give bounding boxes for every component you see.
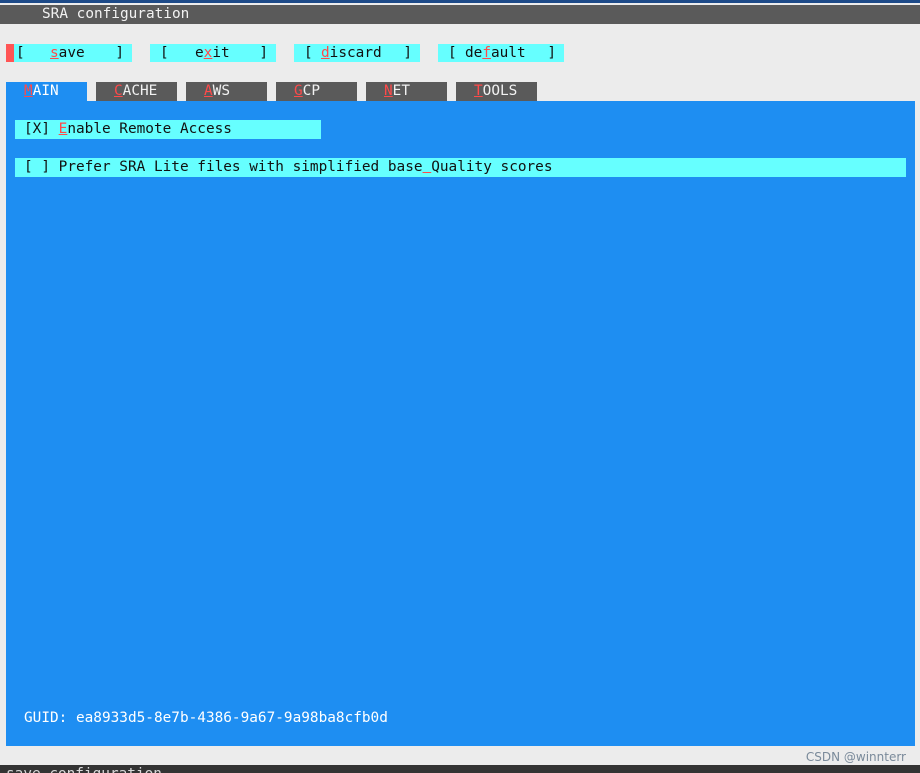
hotkey-letter <box>423 159 432 175</box>
save-button-open-bracket: [ <box>16 45 25 61</box>
hotkey-letter: N <box>384 83 393 99</box>
status-bar: save configuration <box>0 765 920 773</box>
exit-button-close-bracket: ] <box>259 45 268 61</box>
save-button-close-bracket: ] <box>115 45 124 61</box>
hotkey-letter: f <box>482 45 491 61</box>
hotkey-letter: M <box>24 83 33 99</box>
tab-main[interactable]: MAIN <box>6 82 87 101</box>
default-button-label: default <box>465 45 526 61</box>
tab-aws[interactable]: AWS <box>186 82 267 101</box>
tab-tools[interactable]: TOOLS <box>456 82 537 101</box>
tab-aws-label: AWS <box>204 83 230 99</box>
exit-button-label: exit <box>195 45 230 61</box>
main-panel: [X] Enable Remote Access [ ] Prefer SRA … <box>6 101 915 746</box>
hotkey-letter: G <box>294 83 303 99</box>
discard-button-open-bracket: [ <box>304 45 313 61</box>
discard-button[interactable]: [ discard ] <box>294 44 420 62</box>
hotkey-letter: C <box>114 83 123 99</box>
exit-button-open-bracket: [ <box>160 45 169 61</box>
save-button-label: save <box>50 45 85 61</box>
checkbox-text: Enable Remote Access <box>58 121 232 137</box>
tab-gcp-label: GCP <box>294 83 320 99</box>
prefer-sra-lite-label: [ ] Prefer SRA Lite files with simplifie… <box>24 158 553 177</box>
checkbox-mark: [ ] <box>24 159 59 175</box>
window-title: SRA configuration <box>42 6 190 22</box>
window-top-border <box>0 0 920 3</box>
enable-remote-access-label: [X] Enable Remote Access <box>24 120 232 139</box>
save-button[interactable]: [ save ] <box>14 44 132 62</box>
hotkey-letter: T <box>474 83 483 99</box>
watermark: CSDN @winnterr <box>805 750 906 764</box>
hotkey-letter: x <box>203 45 213 61</box>
default-button-close-bracket: ] <box>547 45 556 61</box>
default-button[interactable]: [ default ] <box>438 44 564 62</box>
tab-net-label: NET <box>384 83 410 99</box>
checkbox-text: Prefer SRA Lite files with simplified ba… <box>58 159 553 175</box>
tab-cache[interactable]: CACHE <box>96 82 177 101</box>
checkbox-mark: [X] <box>24 121 59 137</box>
hotkey-letter: d <box>321 45 330 61</box>
hotkey-letter: A <box>204 83 213 99</box>
discard-button-close-bracket: ] <box>403 45 412 61</box>
tab-gcp[interactable]: GCP <box>276 82 357 101</box>
discard-button-label: discard <box>321 45 382 61</box>
title-bar: SRA configuration <box>0 5 920 24</box>
status-text: save configuration <box>6 765 162 773</box>
hotkey-letter: s <box>50 45 59 61</box>
prefer-sra-lite-checkbox[interactable]: [ ] Prefer SRA Lite files with simplifie… <box>15 158 906 177</box>
tab-net[interactable]: NET <box>366 82 447 101</box>
exit-button[interactable]: [ exit ] <box>150 44 276 62</box>
enable-remote-access-checkbox[interactable]: [X] Enable Remote Access <box>15 120 321 139</box>
text-cursor <box>6 44 14 62</box>
default-button-open-bracket: [ <box>448 45 457 61</box>
tab-main-label: MAIN <box>24 83 59 99</box>
tab-cache-label: CACHE <box>114 83 158 99</box>
tab-tools-label: TOOLS <box>474 83 518 99</box>
hotkey-letter: E <box>58 121 68 137</box>
guid-text: GUID: ea8933d5-8e7b-4386-9a67-9a98ba8cfb… <box>24 710 388 726</box>
